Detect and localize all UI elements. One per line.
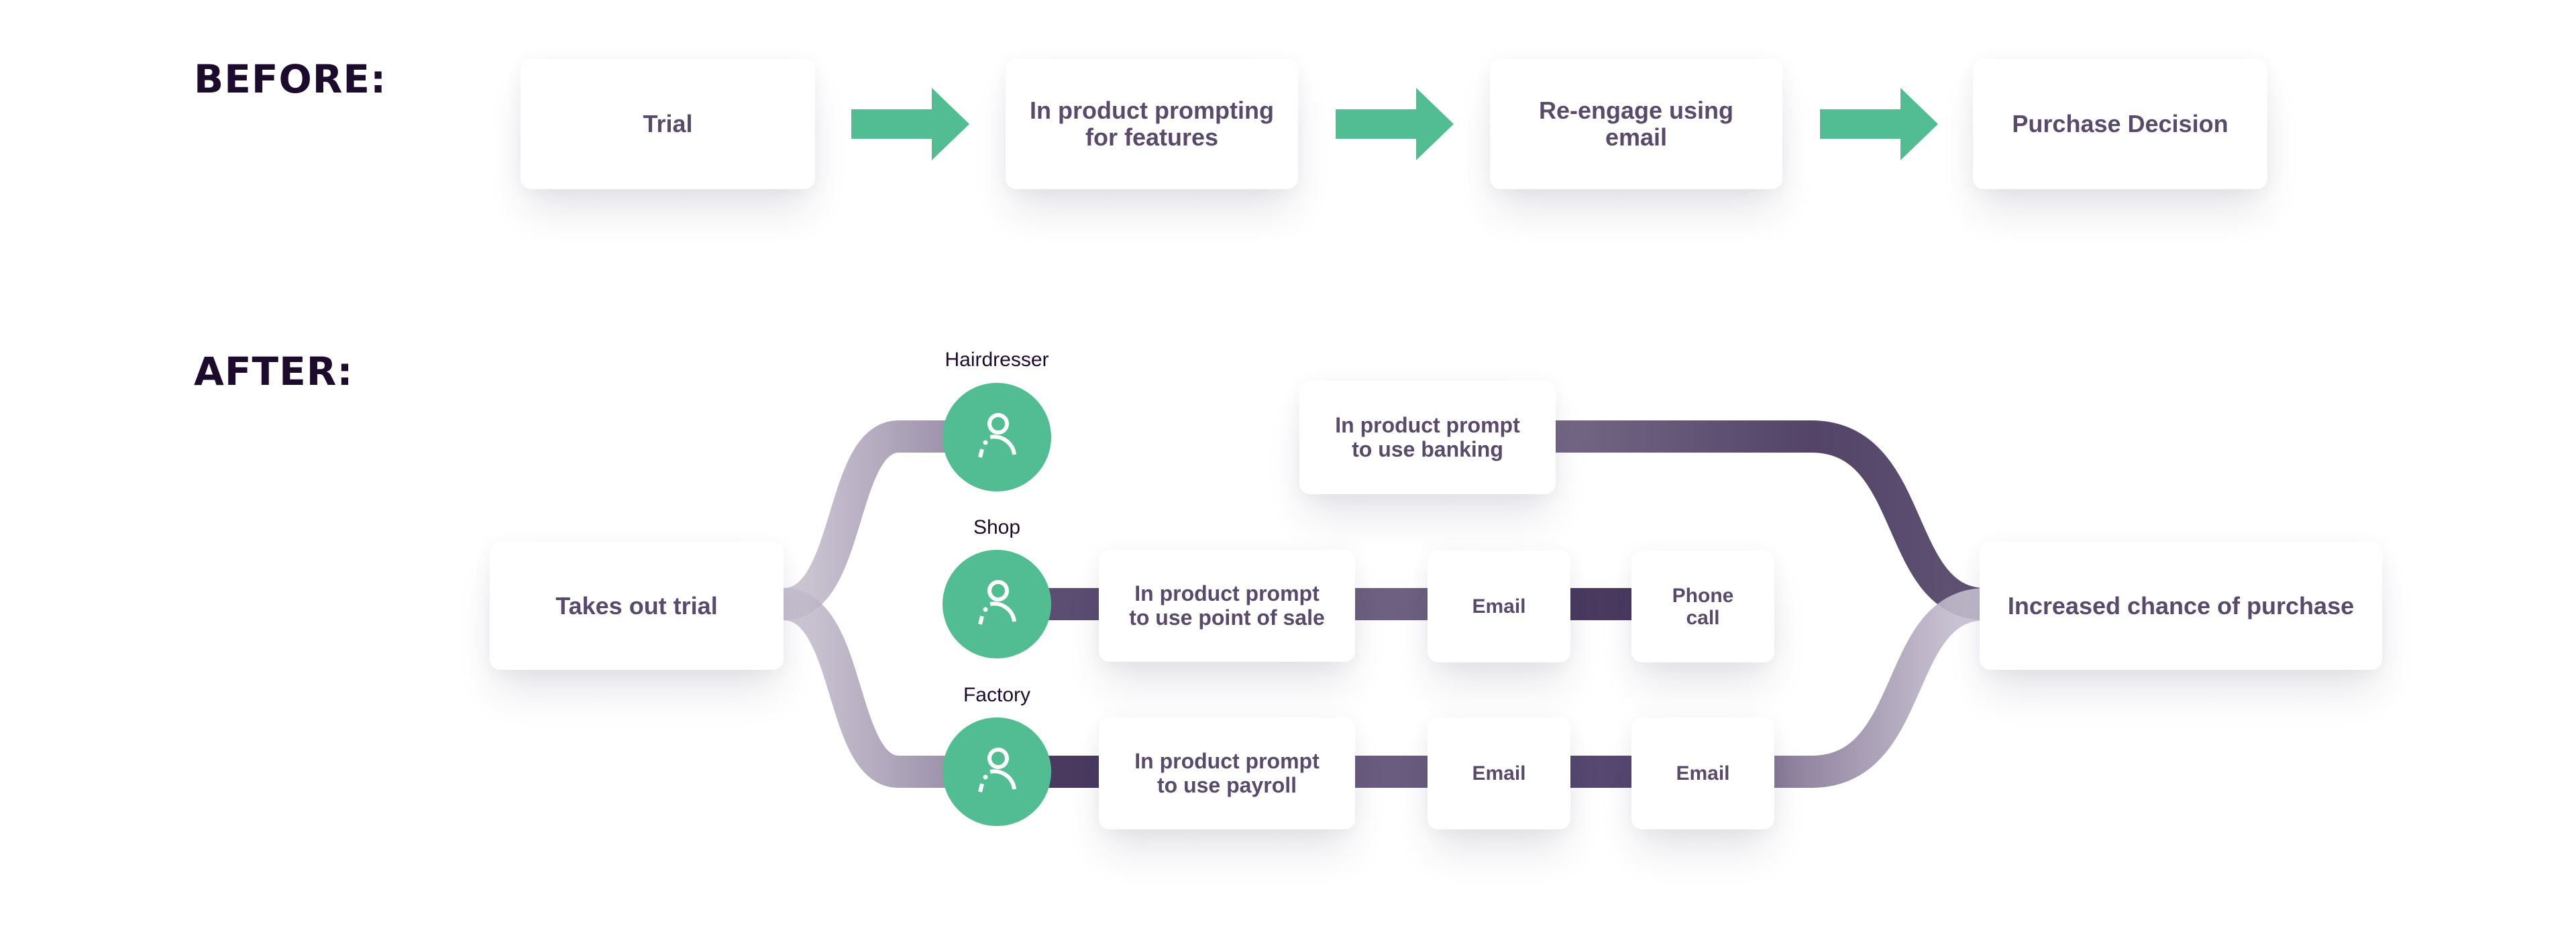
persona-label-factory: Factory (963, 684, 1031, 706)
after-shop-step-email: Email (1428, 550, 1570, 662)
after-shop-step-point-of-sale: In product prompt to use point of sale (1099, 550, 1355, 662)
user-icon (978, 580, 1016, 625)
step-label: In product prompt to use point of sale (1129, 581, 1325, 630)
before-step-purchase-decision: Purchase Decision (1973, 59, 2267, 189)
persona-shop (943, 550, 1051, 658)
after-shop-step-phone-call: Phone call (1631, 550, 1774, 662)
persona-label-hairdresser: Hairdresser (945, 349, 1049, 371)
persona-label-shop: Shop (973, 516, 1021, 538)
step-label: Phone call (1672, 584, 1734, 629)
after-factory-step-email-2: Email (1631, 717, 1774, 829)
persona-hairdresser (943, 383, 1051, 491)
after-end-increased-chance: Increased chance of purchase (1980, 542, 2382, 670)
step-label: In product prompt to use banking (1335, 413, 1520, 461)
step-label: Takes out trial (555, 591, 718, 620)
after-factory-step-email-1: Email (1428, 717, 1570, 829)
step-label: Email (1472, 595, 1526, 618)
step-label: Re-engage using email (1538, 97, 1734, 151)
after-hairdresser-step-banking: In product prompt to use banking (1299, 381, 1556, 494)
user-icon (978, 748, 1016, 793)
user-icon (978, 413, 1016, 458)
step-label: In product prompting for features (1030, 97, 1274, 151)
after-start-takes-out-trial: Takes out trial (490, 542, 784, 670)
step-label: Trial (643, 110, 693, 138)
after-factory-step-payroll: In product prompt to use payroll (1099, 717, 1355, 829)
step-label: Email (1472, 762, 1526, 784)
step-label: Increased chance of purchase (2007, 591, 2355, 620)
step-label: Email (1676, 762, 1730, 784)
connector-email-to-end (1771, 588, 1987, 788)
persona-factory (943, 717, 1051, 826)
step-label: Purchase Decision (2012, 110, 2229, 138)
before-step-in-product-prompting: In product prompting for features (1006, 59, 1298, 189)
before-step-trial: Trial (521, 59, 815, 189)
step-label: In product prompt to use payroll (1134, 749, 1320, 797)
before-step-re-engage: Re-engage using email (1490, 59, 1782, 189)
